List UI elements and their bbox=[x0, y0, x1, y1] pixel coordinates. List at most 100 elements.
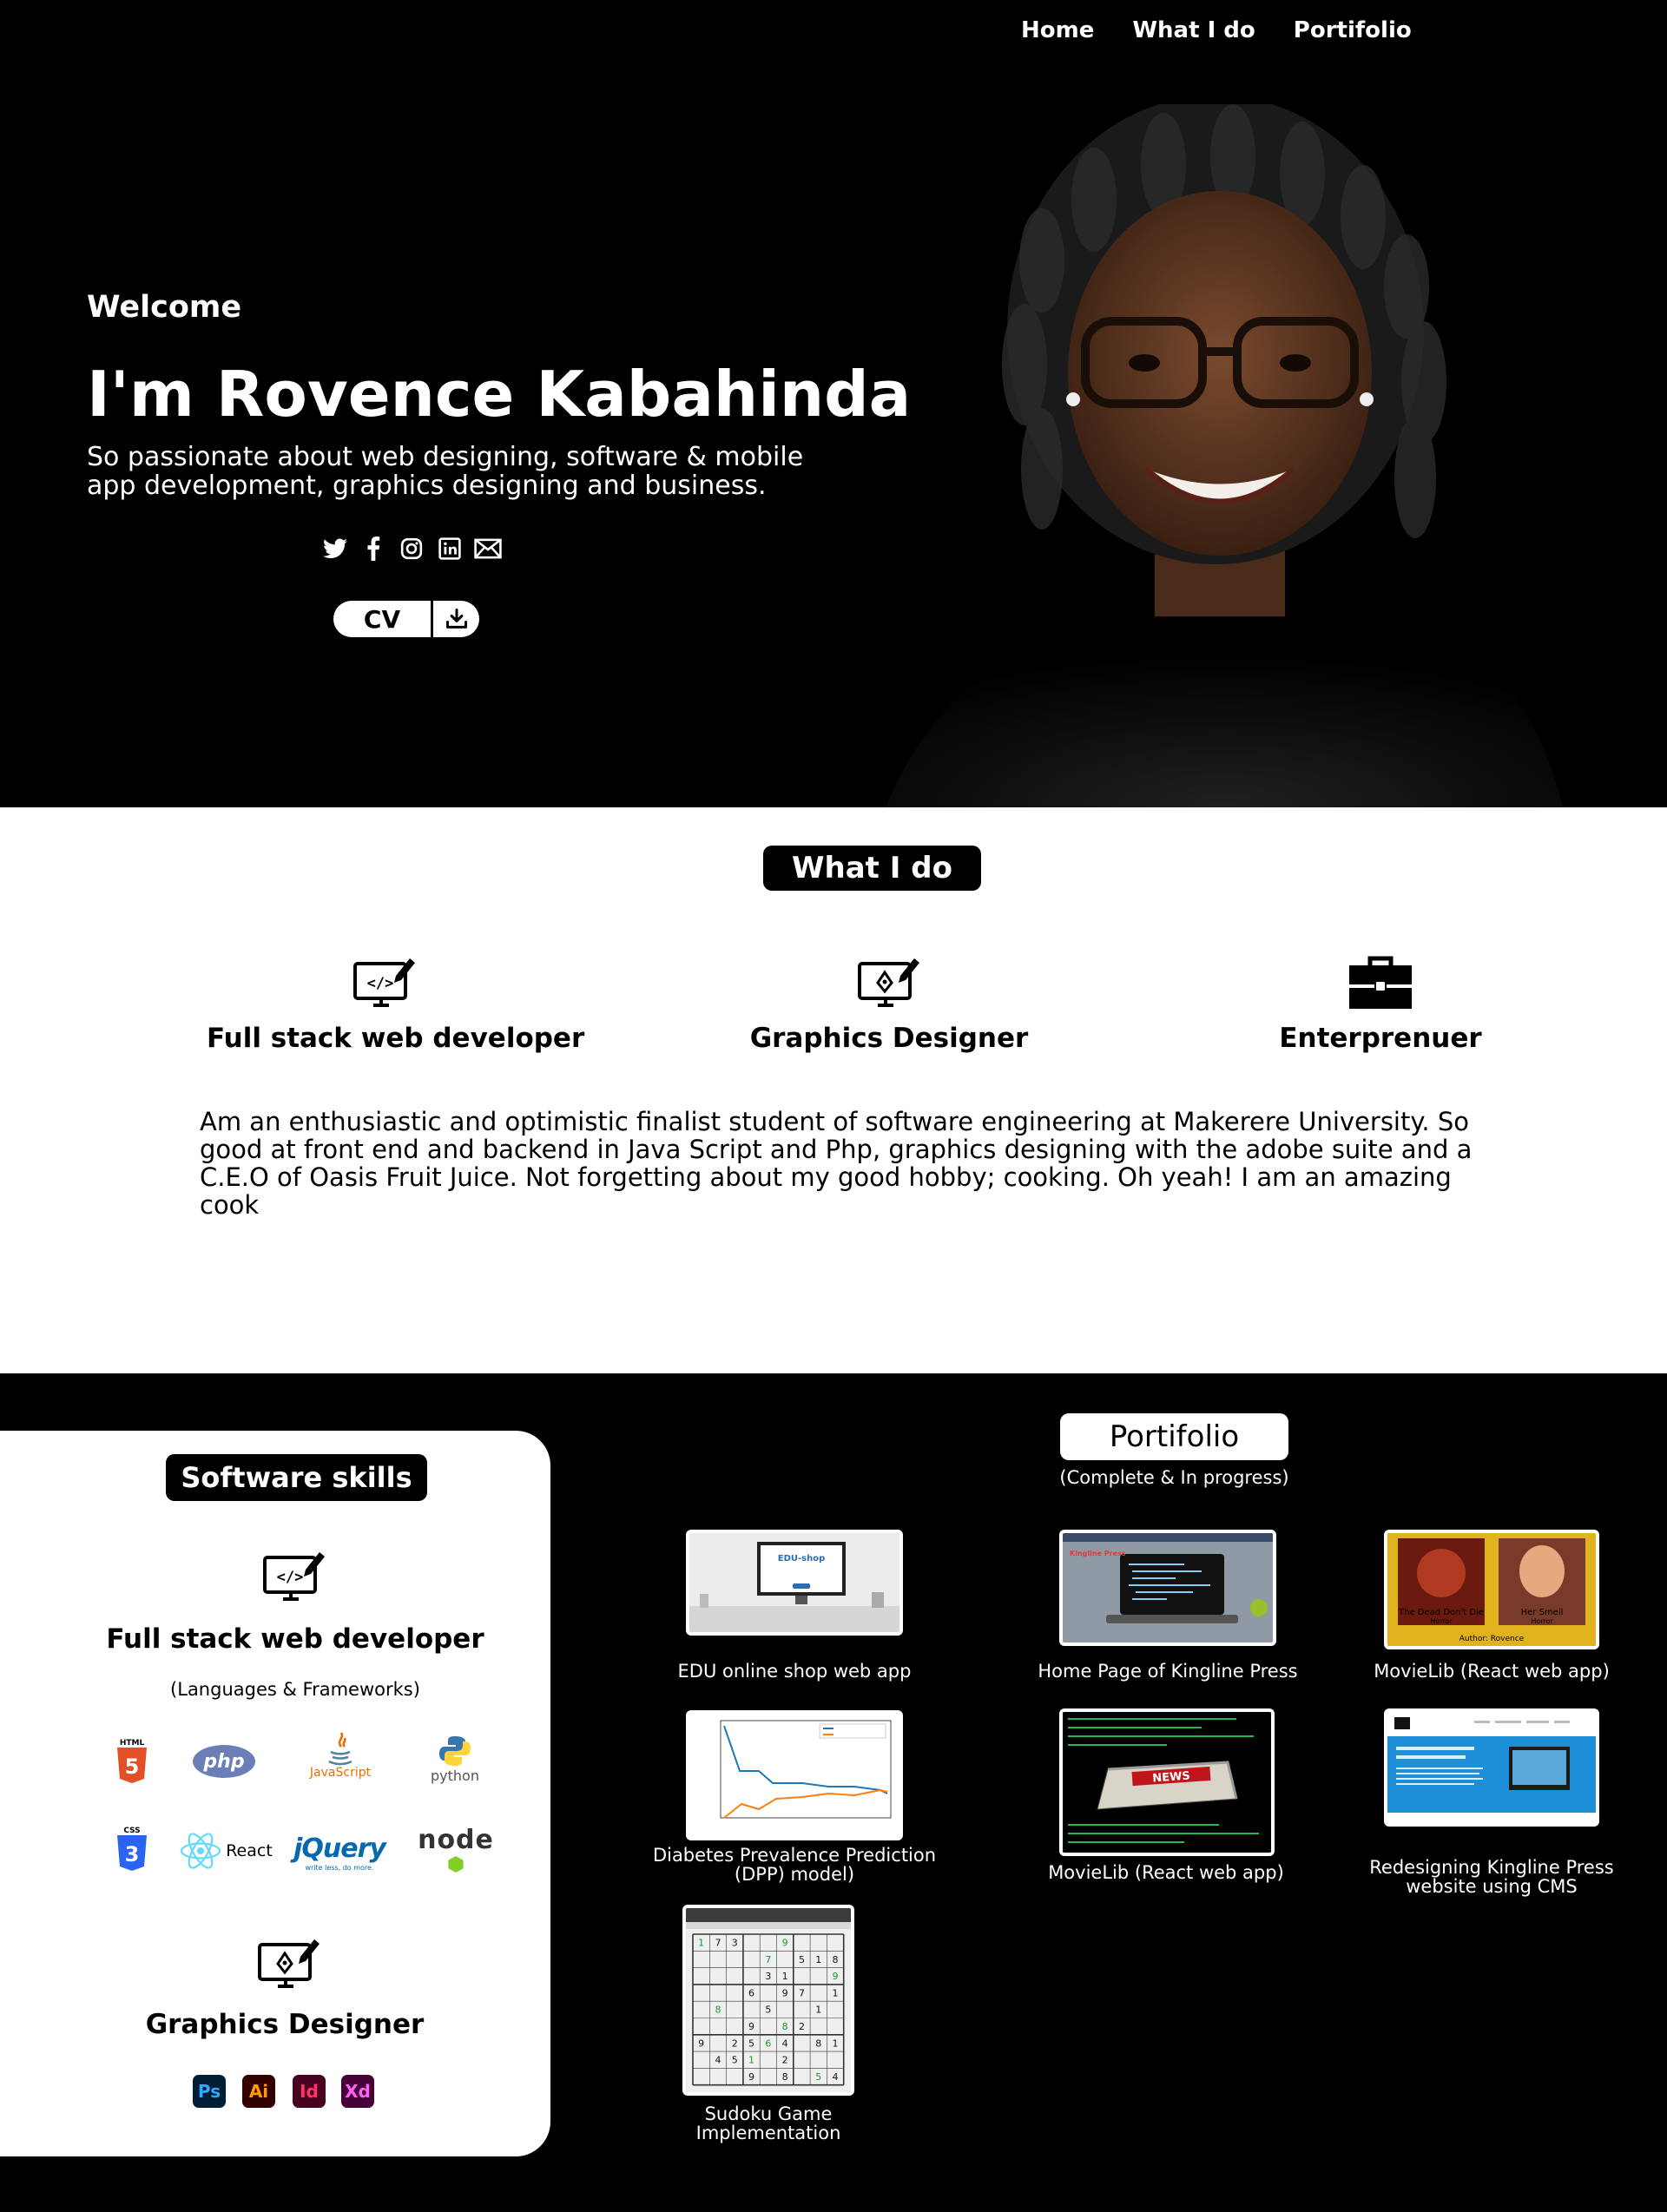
sudoku-cell: 8 bbox=[833, 1954, 839, 1965]
sudoku-cell: 2 bbox=[782, 2055, 788, 2066]
project-caption: Sudoku Game Implementation bbox=[695, 2103, 841, 2143]
service-graphics: Graphics Designer bbox=[728, 953, 1050, 1054]
jquery-tagline: write less, do more. bbox=[305, 1864, 374, 1872]
linkedin-icon[interactable] bbox=[436, 535, 464, 563]
nodejs-logo: node bbox=[417, 1825, 495, 1873]
sudoku-cell: 9 bbox=[782, 1938, 788, 1949]
thumb-text: NEWS bbox=[1152, 1769, 1190, 1785]
indesign-icon: Id bbox=[293, 2075, 326, 2108]
sudoku-cell: 8 bbox=[782, 2021, 788, 2032]
jquery-logo: jQuery write less, do more. bbox=[283, 1832, 396, 1873]
react-label: React bbox=[226, 1841, 273, 1860]
sudoku-cell: 6 bbox=[748, 1987, 754, 1998]
section-title-what-i-do: What I do bbox=[763, 846, 981, 891]
thumb-text: Kingline Press bbox=[1070, 1550, 1126, 1557]
skills-graphics-heading: Graphics Designer bbox=[145, 2009, 425, 2040]
project-thumb-kingline-home[interactable]: Kingline Press bbox=[1059, 1530, 1276, 1646]
project-caption: Home Page of Kingline Press bbox=[1038, 1661, 1298, 1682]
section-title-software-skills: Software skills bbox=[166, 1454, 427, 1501]
project-thumb-news[interactable]: NEWS bbox=[1059, 1708, 1275, 1856]
cv-label: CV bbox=[363, 604, 401, 634]
sudoku-cell: 1 bbox=[833, 2038, 839, 2049]
sudoku-cell: 1 bbox=[815, 1954, 821, 1965]
sudoku-cell: 4 bbox=[833, 2071, 839, 2083]
javascript-label: JavaScript bbox=[309, 1766, 372, 1780]
code-monitor-icon: </> bbox=[263, 1552, 325, 1601]
movie-genre: Horror bbox=[1430, 1617, 1453, 1625]
sudoku-cell: 2 bbox=[732, 2038, 738, 2049]
python-logo: python bbox=[429, 1731, 481, 1787]
sudoku-cell: 1 bbox=[833, 1987, 839, 1998]
social-links bbox=[321, 535, 502, 563]
sudoku-cell: 3 bbox=[732, 1938, 738, 1949]
top-nav: Home What I do Portifolio bbox=[1021, 17, 1412, 43]
sudoku-cell: 7 bbox=[715, 1938, 721, 1949]
cv-download-button[interactable]: CV bbox=[333, 601, 479, 637]
project-thumb-edu-shop[interactable]: EDU-shop bbox=[686, 1530, 903, 1636]
sudoku-cell: 8 bbox=[815, 2038, 821, 2049]
movie-title: The Dead Don't Die bbox=[1398, 1608, 1484, 1617]
facebook-icon[interactable] bbox=[359, 535, 387, 563]
project-thumb-kingline-cms[interactable] bbox=[1384, 1708, 1599, 1827]
sudoku-cell: 5 bbox=[799, 1954, 805, 1965]
sudoku-cell: 4 bbox=[715, 2055, 721, 2066]
project-thumb-movielib[interactable]: The Dead Don't Die Horror Her Smell Horr… bbox=[1384, 1530, 1599, 1649]
illustrator-icon: Ai bbox=[242, 2075, 275, 2108]
twitter-icon[interactable] bbox=[321, 535, 349, 563]
nav-home[interactable]: Home bbox=[1021, 17, 1094, 43]
hero-name: I'm Rovence Kabahinda bbox=[87, 358, 912, 431]
jquery-label: jQuery bbox=[293, 1833, 386, 1864]
sudoku-board: 1 7 3 97 5 1 83 1 96 9 7 18 5 19 8 29 2 5 6 4 8 14 5 1 29 8 5 4 bbox=[686, 1908, 851, 2092]
service-label: Enterprenuer bbox=[1279, 1023, 1482, 1054]
project-thumb-sudoku[interactable]: 173975183196971851982925648145129854 bbox=[682, 1905, 854, 2096]
design-monitor-icon bbox=[258, 1939, 320, 1988]
project-caption: EDU online shop web app bbox=[677, 1661, 912, 1682]
service-label: Full stack web developer bbox=[207, 1023, 585, 1054]
download-icon bbox=[433, 607, 479, 631]
project-thumb-dpp-model[interactable] bbox=[686, 1710, 903, 1840]
sudoku-cell: 1 bbox=[782, 1971, 788, 1982]
sudoku-cell: 1 bbox=[698, 1938, 704, 1949]
python-label: python bbox=[431, 1767, 479, 1784]
nav-what-i-do[interactable]: What I do bbox=[1132, 17, 1255, 43]
css-label: CSS bbox=[123, 1827, 140, 1835]
what-i-do-section: What I do </> Full stack web developer G… bbox=[0, 807, 1667, 1373]
mail-icon[interactable] bbox=[474, 535, 502, 563]
sudoku-cell: 9 bbox=[748, 2071, 754, 2083]
nav-portfolio[interactable]: Portifolio bbox=[1294, 17, 1412, 43]
skills-web-note: (Languages & Frameworks) bbox=[170, 1679, 420, 1700]
project-caption: Redesigning Kingline Press website using… bbox=[1369, 1857, 1614, 1897]
portfolio-subtitle: (Complete & In progress) bbox=[1059, 1467, 1289, 1488]
movie-title: Her Smell bbox=[1521, 1608, 1564, 1617]
sudoku-cell: 3 bbox=[765, 1971, 771, 1982]
project-caption: Diabetes Prevalence Prediction (DPP) mod… bbox=[652, 1845, 937, 1885]
sudoku-cell: 5 bbox=[815, 2071, 821, 2083]
skills-web-heading: Full stack web developer bbox=[106, 1623, 484, 1655]
sudoku-cell: 1 bbox=[815, 2005, 821, 2016]
sudoku-cell: 8 bbox=[715, 2005, 721, 2016]
node-label: node bbox=[418, 1825, 494, 1855]
sudoku-cell: 9 bbox=[748, 2021, 754, 2032]
html-label: HTML bbox=[120, 1739, 145, 1748]
service-fullstack: </> Full stack web developer bbox=[207, 953, 585, 1054]
code-monitor-icon: </> bbox=[353, 958, 415, 1007]
briefcase-icon bbox=[1349, 956, 1412, 1009]
sudoku-cell: 9 bbox=[782, 1987, 788, 1998]
svg-text:3: 3 bbox=[125, 1842, 140, 1866]
php-logo: php bbox=[193, 1745, 255, 1778]
instagram-icon[interactable] bbox=[398, 535, 425, 563]
hero-section: Home What I do Portifolio Welcome I'm Ro… bbox=[0, 0, 1667, 807]
sudoku-cell: 5 bbox=[732, 2055, 738, 2066]
photoshop-icon: Ps bbox=[193, 2075, 226, 2108]
sudoku-cell: 5 bbox=[765, 2005, 771, 2016]
java-logo: JavaScript bbox=[304, 1726, 377, 1785]
react-logo: React bbox=[179, 1830, 273, 1872]
project-caption: MovieLib (React web app) bbox=[1048, 1862, 1284, 1883]
sudoku-cell: 6 bbox=[765, 2038, 771, 2049]
thumb-text: Author: Rovence bbox=[1459, 1635, 1525, 1643]
sudoku-cell: 2 bbox=[799, 2021, 805, 2032]
sudoku-cell: 7 bbox=[765, 1954, 771, 1965]
sudoku-cell: 8 bbox=[782, 2071, 788, 2083]
sudoku-cell: 5 bbox=[748, 2038, 754, 2049]
sudoku-cell: 9 bbox=[833, 1971, 839, 1982]
